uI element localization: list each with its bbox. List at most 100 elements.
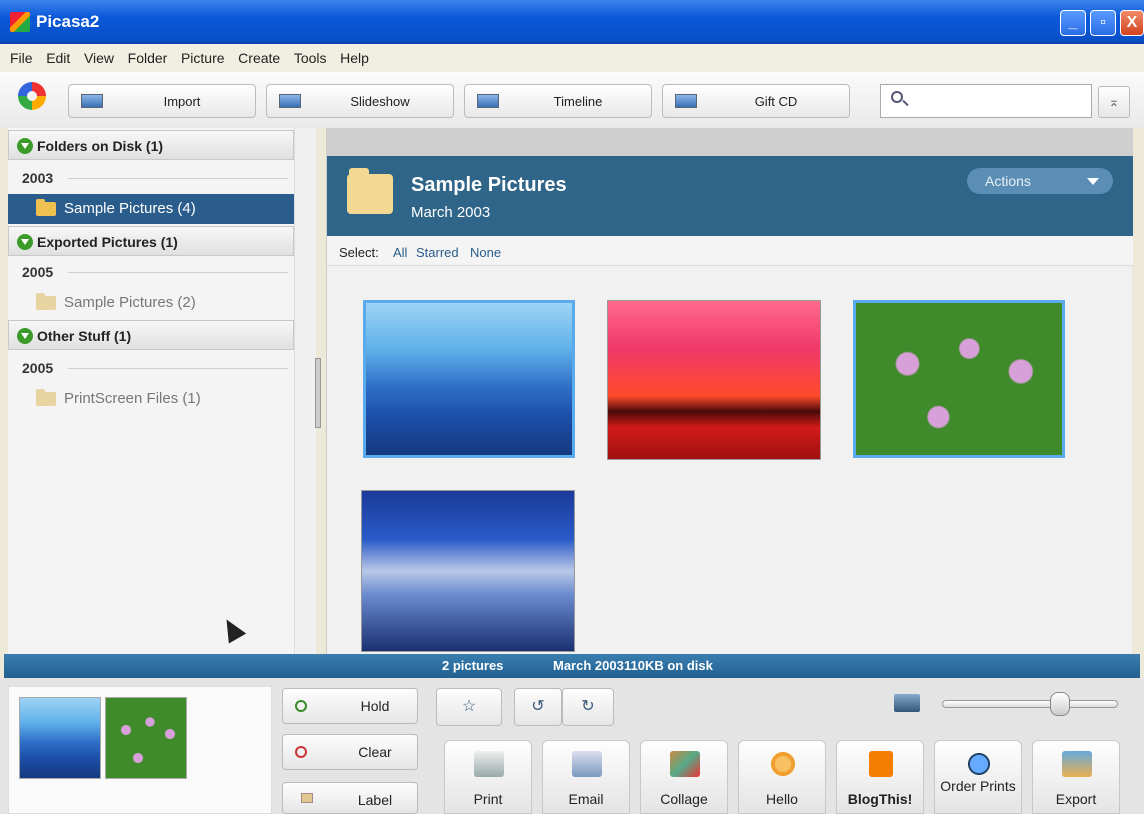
gift-cd-icon: [675, 94, 697, 108]
picture-tray: [8, 686, 272, 814]
select-starred-link[interactable]: Starred: [416, 245, 459, 260]
gift-cd-button[interactable]: Gift CD: [662, 84, 850, 118]
photo-thumbnail-water-lilies[interactable]: [853, 300, 1065, 458]
scrollbar-thumb[interactable]: [315, 358, 321, 428]
email-icon: [572, 751, 602, 777]
zoom-slider-track[interactable]: [942, 700, 1118, 708]
print-button[interactable]: Print: [444, 740, 532, 814]
hold-icon: [295, 700, 307, 712]
restore-button[interactable]: ▫: [1090, 10, 1116, 36]
blogthis-button[interactable]: BlogThis!: [836, 740, 924, 814]
hold-label: Hold: [360, 698, 390, 714]
folder-item-sample-pictures[interactable]: Sample Pictures (4): [8, 194, 294, 224]
menu-picture[interactable]: Picture: [181, 50, 225, 66]
album-title: Sample Pictures: [411, 174, 567, 196]
rotate-right-button[interactable]: ↻: [562, 688, 614, 726]
star-button[interactable]: ☆: [436, 688, 502, 726]
hold-button[interactable]: Hold: [282, 688, 418, 724]
photo-thumbnail-sunset[interactable]: [607, 300, 821, 460]
hello-icon: [768, 751, 798, 777]
print-label: Print: [473, 791, 503, 807]
title-bar: Picasa2 _ ▫ X: [0, 0, 1144, 44]
export-icon: [1062, 751, 1092, 777]
album-top-strip: [327, 128, 1133, 156]
search-options-button[interactable]: ⌅: [1098, 86, 1130, 118]
folder-item-exported-sample-pictures[interactable]: Sample Pictures (2): [8, 288, 294, 318]
minimize-button[interactable]: _: [1060, 10, 1086, 36]
export-label: Export: [1055, 791, 1097, 807]
rotate-left-button[interactable]: ↺: [514, 688, 562, 726]
photo-thumbnail-blue-hills[interactable]: [363, 300, 575, 458]
tray-thumbnail-water-lilies[interactable]: [105, 697, 187, 779]
folder-label: Sample Pictures (2): [64, 294, 196, 311]
album-date: March 2003: [411, 204, 491, 221]
menu-folder[interactable]: Folder: [128, 50, 168, 66]
album-header: Sample Pictures March 2003 Actions: [327, 156, 1133, 236]
album-view: Sample Pictures March 2003 Actions Selec…: [326, 128, 1133, 654]
hello-button[interactable]: Hello: [738, 740, 826, 814]
folder-item-printscreen-files[interactable]: PrintScreen Files (1): [8, 384, 294, 414]
email-label: Email: [568, 791, 604, 807]
collapse-arrow-icon[interactable]: [17, 234, 33, 250]
picasa-app-icon: [10, 12, 30, 32]
library-scrollbar[interactable]: [294, 128, 321, 654]
menu-file[interactable]: File: [10, 50, 33, 66]
import-label: Import: [163, 94, 201, 109]
folder-icon: [36, 389, 56, 406]
folder-icon: [347, 168, 393, 214]
status-count: 2 pictures: [442, 658, 504, 673]
collage-icon: [670, 751, 700, 777]
tray-thumbnail-blue-hills[interactable]: [19, 697, 101, 779]
menu-edit[interactable]: Edit: [46, 50, 70, 66]
collage-button[interactable]: Collage: [640, 740, 728, 814]
clear-button[interactable]: Clear: [282, 734, 418, 770]
section-folders-on-disk[interactable]: Folders on Disk (1): [8, 130, 294, 160]
timeline-icon: [477, 94, 499, 108]
camera-icon: [81, 94, 103, 108]
collapse-arrow-icon[interactable]: [17, 328, 33, 344]
section-title: Folders on Disk (1): [37, 138, 164, 154]
printer-icon: [474, 751, 504, 777]
folder-icon: [36, 293, 56, 310]
divider: [68, 272, 288, 273]
library-panel: Folders on Disk (1) 2003 Sample Pictures…: [8, 128, 294, 654]
export-button[interactable]: Export: [1032, 740, 1120, 814]
section-exported-pictures[interactable]: Exported Pictures (1): [8, 226, 294, 256]
menu-tools[interactable]: Tools: [294, 50, 327, 66]
email-button[interactable]: Email: [542, 740, 630, 814]
order-prints-label: Order Prints: [940, 778, 1016, 794]
close-button[interactable]: X: [1120, 10, 1144, 36]
order-prints-button[interactable]: Order Prints: [934, 740, 1022, 814]
select-all-link[interactable]: All: [393, 245, 407, 260]
section-title: Other Stuff (1): [37, 328, 132, 344]
zoom-icon: [894, 694, 920, 712]
hello-label: Hello: [766, 791, 798, 807]
collapse-arrow-icon[interactable]: [17, 138, 33, 154]
timeline-button[interactable]: Timeline: [464, 84, 652, 118]
folder-label: Sample Pictures (4): [64, 200, 196, 217]
blogthis-label: BlogThis!: [847, 791, 913, 807]
clear-label: Clear: [358, 744, 392, 760]
zoom-slider-knob[interactable]: [1050, 692, 1070, 716]
slideshow-icon: [279, 94, 301, 108]
import-button[interactable]: Import: [68, 84, 256, 118]
picasa-logo-icon: [18, 82, 46, 110]
photo-thumbnail-winter[interactable]: [361, 490, 575, 652]
actions-dropdown[interactable]: Actions: [967, 168, 1113, 194]
chevron-down-icon: [1087, 178, 1099, 185]
timeline-label: Timeline: [553, 94, 603, 109]
menu-help[interactable]: Help: [340, 50, 369, 66]
actions-label: Actions: [985, 173, 1031, 189]
menu-create[interactable]: Create: [238, 50, 280, 66]
select-label: Select:: [339, 245, 379, 260]
slideshow-button[interactable]: Slideshow: [266, 84, 454, 118]
slideshow-label: Slideshow: [350, 94, 410, 109]
window-title: Picasa2: [36, 12, 100, 31]
search-input[interactable]: [880, 84, 1092, 118]
section-other-stuff[interactable]: Other Stuff (1): [8, 320, 294, 350]
year-label: 2003: [22, 170, 54, 186]
select-none-link[interactable]: None: [470, 245, 501, 260]
year-label: 2005: [22, 360, 54, 376]
label-button[interactable]: Label: [282, 782, 418, 814]
menu-view[interactable]: View: [84, 50, 114, 66]
